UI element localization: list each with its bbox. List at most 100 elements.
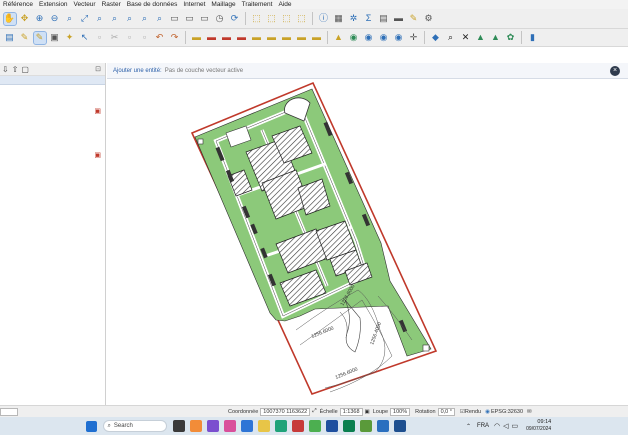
app-icon[interactable] xyxy=(291,420,304,432)
deselect-icon[interactable]: ⬚ xyxy=(296,13,308,25)
language-indicator[interactable]: FRA xyxy=(477,423,489,429)
web-layer-icon[interactable]: ◉ xyxy=(363,32,375,44)
app-icon[interactable] xyxy=(206,420,219,432)
move-down-icon[interactable]: ⇩ xyxy=(2,65,9,74)
app-icon[interactable] xyxy=(308,420,321,432)
diagram-tool-icon[interactable]: ▬ xyxy=(206,32,218,44)
redo-icon[interactable]: ↷ xyxy=(169,32,181,44)
save-edits-icon[interactable]: ▣ xyxy=(49,32,61,44)
menu-reference[interactable]: Référence xyxy=(0,1,36,8)
app-icon[interactable] xyxy=(240,420,253,432)
wfs-layer-icon[interactable]: ◉ xyxy=(393,32,405,44)
identify-icon[interactable]: ⓘ xyxy=(318,13,330,25)
wifi-icon[interactable]: ◠ xyxy=(494,422,500,430)
panel-search-strip[interactable] xyxy=(0,76,105,85)
menu-extension[interactable]: Extension xyxy=(36,1,71,8)
delete-selected-icon[interactable]: ▫ xyxy=(94,32,106,44)
word-icon[interactable] xyxy=(325,420,338,432)
label-tool-icon[interactable]: ▬ xyxy=(191,32,203,44)
cut-features-icon[interactable]: ✂ xyxy=(109,32,121,44)
move-label-icon[interactable]: ▬ xyxy=(251,32,263,44)
show-bookmarks-icon[interactable]: ▭ xyxy=(199,13,211,25)
plugin-icon[interactable]: ✿ xyxy=(505,32,517,44)
add-feature-icon[interactable]: ✦ xyxy=(64,32,76,44)
qgis-icon[interactable] xyxy=(359,420,372,432)
globe-layer-icon[interactable]: ◉ xyxy=(348,32,360,44)
rotate-label-icon[interactable]: ▬ xyxy=(266,32,278,44)
tools-icon[interactable]: ✕ xyxy=(460,32,472,44)
zoom-out-icon[interactable]: ⊖ xyxy=(49,13,61,25)
app-icon[interactable] xyxy=(189,420,202,432)
zoom-last-icon[interactable]: ⌕ xyxy=(139,13,151,25)
tray-chevron-icon[interactable]: ⌃ xyxy=(466,423,471,430)
python-plugin-icon[interactable]: ◆ xyxy=(430,32,442,44)
task-view-icon[interactable] xyxy=(172,420,185,432)
select-by-value-icon[interactable]: ⬚ xyxy=(281,13,293,25)
map-canvas[interactable]: Ajouter une entité: Pas de couche vecteu… xyxy=(107,63,628,405)
map-tips-icon[interactable]: ▬ xyxy=(393,13,405,25)
panel-float-icon-2[interactable]: ▣ xyxy=(94,151,101,159)
coordinate-field[interactable]: 1007370 1163622 xyxy=(260,407,311,416)
zoom-full-icon[interactable]: ⤢ xyxy=(79,13,91,25)
clock[interactable]: 09:14 09/07/2024 xyxy=(526,419,551,433)
wms-layer-icon[interactable]: ◉ xyxy=(378,32,390,44)
app-icon[interactable] xyxy=(223,420,236,432)
menu-traitement[interactable]: Traitement xyxy=(239,1,276,8)
messages-icon[interactable]: ✉ xyxy=(527,409,532,415)
profile-icon[interactable]: ▲ xyxy=(490,32,502,44)
crs-globe-icon[interactable]: ◉ xyxy=(485,409,490,415)
new-bookmark-icon[interactable]: ▭ xyxy=(184,13,196,25)
zoom-selection-icon[interactable]: ⌕ xyxy=(94,13,106,25)
volume-icon[interactable]: ◁ xyxy=(503,422,508,430)
zoom-next-icon[interactable]: ⌕ xyxy=(154,13,166,25)
locate-icon[interactable]: ✛ xyxy=(408,32,420,44)
filter-icon[interactable]: ▢ xyxy=(21,65,29,74)
undo-icon[interactable]: ↶ xyxy=(154,32,166,44)
windows-start-icon[interactable] xyxy=(86,420,97,432)
panel-float-icon[interactable]: ▣ xyxy=(94,107,101,115)
identify-features-icon[interactable]: ⬚ xyxy=(251,13,263,25)
processing-toolbox-icon[interactable]: ✲ xyxy=(348,13,360,25)
change-label-icon[interactable]: ▬ xyxy=(281,32,293,44)
toggle-editing-icon[interactable]: ✎ xyxy=(32,30,47,45)
excel-icon[interactable] xyxy=(342,420,355,432)
file-explorer-icon[interactable] xyxy=(257,420,270,432)
pan-icon[interactable]: ✋ xyxy=(2,11,17,26)
select-features-icon[interactable]: ⬚ xyxy=(266,13,278,25)
edit-pencil-icon[interactable]: ✎ xyxy=(19,32,31,44)
toggle-extents-icon[interactable]: ⤢ xyxy=(312,408,316,415)
new-annotation-icon[interactable]: ✎ xyxy=(408,13,420,25)
move-up-icon[interactable]: ⇧ xyxy=(12,65,19,74)
menu-internet[interactable]: Internet xyxy=(180,1,208,8)
taskbar-search-box[interactable]: ⌕ Search xyxy=(102,420,167,432)
zoom-native-icon[interactable]: ⌕ xyxy=(124,13,136,25)
show-hide-labels-icon[interactable]: ▬ xyxy=(296,32,308,44)
open-attribute-table-icon[interactable]: ▦ xyxy=(333,13,345,25)
panel-close-icon[interactable]: ⊡ xyxy=(95,65,101,73)
menu-vecteur[interactable]: Vecteur xyxy=(71,1,99,8)
new-map-view-icon[interactable]: ▭ xyxy=(169,13,181,25)
menu-raster[interactable]: Raster xyxy=(99,1,124,8)
edge-browser-icon[interactable] xyxy=(274,420,287,432)
current-edits-icon[interactable]: ▤ xyxy=(4,32,16,44)
measure-icon[interactable]: ▤ xyxy=(378,13,390,25)
pan-to-selection-icon[interactable]: ✥ xyxy=(19,13,31,25)
menu-aide[interactable]: Aide xyxy=(275,1,294,8)
battery-icon[interactable]: ▭ xyxy=(512,422,519,430)
help-book-icon[interactable]: ▮ xyxy=(527,32,539,44)
menu-base-de-donnees[interactable]: Base de données xyxy=(124,1,181,8)
rotation-field[interactable]: 0,0 ° xyxy=(437,407,455,416)
lock-scale-icon[interactable]: ▣ xyxy=(365,409,370,415)
copy-features-icon[interactable]: ▫ xyxy=(124,32,136,44)
label-settings-icon[interactable]: ▬ xyxy=(311,32,323,44)
terrain-icon[interactable]: ▲ xyxy=(475,32,487,44)
vertex-tool-icon[interactable]: ↖ xyxy=(79,32,91,44)
pin-label-icon[interactable]: ▬ xyxy=(221,32,233,44)
highlight-label-icon[interactable]: ▬ xyxy=(236,32,248,44)
scale-field[interactable]: 1:1368 xyxy=(339,407,363,416)
magnifier-field[interactable]: 100% xyxy=(390,407,411,416)
zoom-rubberband-icon[interactable]: ⌕ xyxy=(64,13,76,25)
search-icon[interactable]: ⌕ xyxy=(445,32,457,44)
zoom-layer-icon[interactable]: ⌕ xyxy=(109,13,121,25)
settings-gear-icon[interactable]: ⚙ xyxy=(423,13,435,25)
